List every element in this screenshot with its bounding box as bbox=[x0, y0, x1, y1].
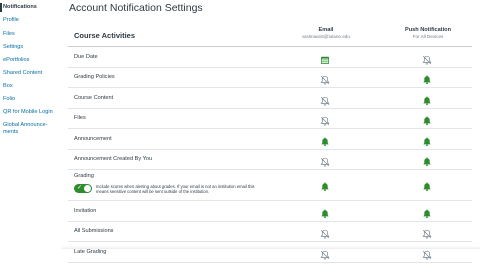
bell-off-icon[interactable] bbox=[422, 52, 432, 62]
bell-off-icon[interactable] bbox=[320, 113, 330, 123]
table-header: Course Activities Email aralmaan5@tulane… bbox=[68, 24, 472, 47]
sidebar-item-notifications[interactable]: Notifications bbox=[0, 3, 37, 11]
grading-description: Include scores when alerting about grade… bbox=[96, 184, 255, 195]
sidebar-item-box[interactable]: Box bbox=[0, 83, 13, 90]
table-row: Course Content bbox=[68, 88, 472, 109]
bell-icon[interactable] bbox=[422, 113, 432, 123]
section-title: Course Activities bbox=[74, 31, 135, 40]
bell-icon[interactable] bbox=[422, 206, 432, 216]
table-row: Grading ✓ Include scores when alerting abo… bbox=[68, 170, 472, 201]
row-label: Files bbox=[74, 115, 86, 121]
table-row: Due Date bbox=[68, 47, 472, 68]
email-column-header: Email aralmaan5@tulane.edu bbox=[288, 27, 364, 40]
sidebar-item-profile[interactable]: Profile bbox=[0, 17, 19, 24]
email-header-label: Email bbox=[318, 27, 334, 33]
row-label: Course Content bbox=[74, 94, 114, 101]
calendar-icon[interactable] bbox=[320, 52, 330, 62]
table-row: Announcement bbox=[68, 129, 472, 150]
bell-off-icon[interactable] bbox=[422, 226, 432, 236]
sidebar-item-qr-mobile-login[interactable]: QR for Mobile Login bbox=[0, 109, 53, 116]
row-label: Grading Policies bbox=[74, 74, 115, 80]
check-icon: ✓ bbox=[77, 185, 83, 191]
row-label: Announcement Created By You bbox=[74, 156, 153, 162]
bell-icon[interactable] bbox=[422, 179, 432, 189]
row-label: All Submissions bbox=[74, 228, 114, 234]
sidebar-item-files[interactable]: Files bbox=[0, 31, 15, 38]
bell-icon[interactable] bbox=[422, 154, 432, 164]
bell-off-icon[interactable] bbox=[320, 154, 330, 164]
push-column-header: Push Notification For All Devices bbox=[390, 27, 466, 40]
bell-icon[interactable] bbox=[422, 134, 432, 144]
table-row: Files bbox=[68, 109, 472, 129]
bell-off-icon[interactable] bbox=[320, 93, 330, 103]
table-row: All Submissions bbox=[68, 222, 472, 242]
page-title: Account Notification Settings bbox=[69, 2, 203, 14]
sidebar-item-settings[interactable]: Settings bbox=[0, 44, 23, 51]
grading-toggle-group: ✓ Include scores when alerting about grad… bbox=[74, 184, 266, 195]
sidebar-item-shared-content[interactable]: Shared Content bbox=[0, 70, 42, 77]
email-address: aralmaan5@tulane.edu bbox=[302, 34, 350, 39]
bell-icon[interactable] bbox=[422, 72, 432, 82]
row-label: Announcement bbox=[74, 135, 112, 142]
notification-table: Course Activities Email aralmaan5@tulane… bbox=[68, 24, 472, 263]
sidebar-item-folio[interactable]: Folio bbox=[0, 96, 15, 103]
bell-icon[interactable] bbox=[320, 206, 330, 216]
bell-icon[interactable] bbox=[320, 179, 330, 189]
table-row: Grading Policies bbox=[68, 68, 472, 88]
push-header-label: Push Notification bbox=[405, 27, 451, 33]
table-row: Invitation bbox=[68, 201, 472, 222]
table-row: Announcement Created By You bbox=[68, 150, 472, 170]
push-sub-label: For All Devices bbox=[412, 34, 444, 39]
sidebar-nav: Notifications Profile Files Settings ePo… bbox=[0, 0, 62, 249]
bell-icon[interactable] bbox=[320, 134, 330, 144]
row-label: Due Date bbox=[74, 53, 98, 60]
row-label: Late Grading bbox=[74, 248, 107, 255]
sidebar-item-global-announcements-cont[interactable]: ments bbox=[0, 129, 18, 136]
row-label: Invitation bbox=[74, 207, 97, 214]
sidebar-item-eportfolios[interactable]: ePortfolios bbox=[0, 57, 29, 64]
toggle-knob bbox=[84, 185, 91, 192]
bell-off-icon[interactable] bbox=[320, 72, 330, 82]
bell-off-icon[interactable] bbox=[320, 226, 330, 236]
sidebar-item-global-announcements[interactable]: Global Announce- bbox=[0, 122, 47, 129]
include-scores-toggle[interactable]: ✓ bbox=[74, 184, 92, 193]
row-label: Grading bbox=[74, 173, 94, 179]
bell-icon[interactable] bbox=[422, 93, 432, 103]
